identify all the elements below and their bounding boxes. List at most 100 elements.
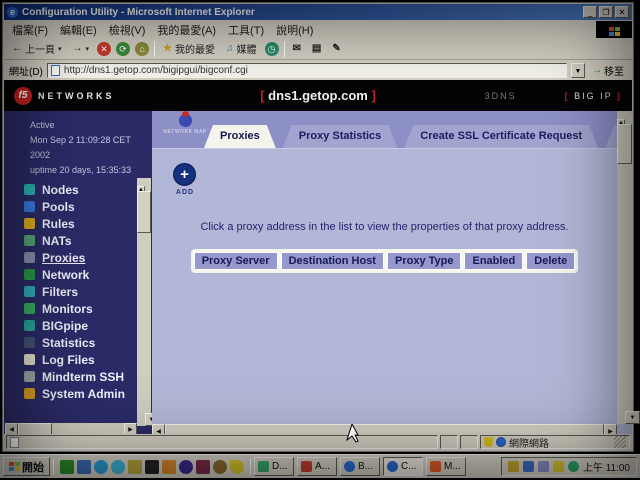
task-window-button[interactable]: A...	[297, 457, 337, 476]
forward-dropdown-icon[interactable]: ▾	[86, 45, 90, 53]
column-header-proxy-server[interactable]: Proxy Server	[194, 252, 278, 270]
quicklaunch-icon[interactable]	[179, 460, 193, 474]
resize-grip[interactable]	[614, 436, 626, 448]
status-bar: 網際網路	[4, 434, 632, 450]
scrollbar-thumb[interactable]	[617, 124, 632, 164]
column-header-destination-host[interactable]: Destination Host	[281, 252, 384, 270]
column-header-enabled[interactable]: Enabled	[464, 252, 523, 270]
add-button-label: ADD	[170, 189, 200, 196]
mouse-cursor	[346, 424, 360, 444]
filters-icon	[24, 286, 35, 297]
display-icon[interactable]	[538, 461, 549, 472]
antivirus-icon[interactable]	[568, 461, 579, 472]
tab-create-ssl-certificate-request[interactable]: Create SSL Certificate Request	[404, 125, 598, 148]
sidebar-vertical-scrollbar[interactable]: ▲ ▼	[137, 178, 151, 426]
address-input[interactable]: http://dns1.getop.com/bigipgui/bigconf.c…	[47, 63, 567, 78]
quicklaunch-icon[interactable]	[162, 460, 176, 474]
task-window-button[interactable]: M...	[426, 457, 466, 476]
sidebar-item-nodes[interactable]: Nodes	[4, 181, 136, 198]
menu-help[interactable]: 說明(H)	[276, 22, 313, 38]
quicklaunch-icon[interactable]	[145, 460, 159, 474]
print-icon: ▤	[312, 43, 321, 54]
sidebar-item-rules[interactable]: Rules	[4, 215, 136, 232]
tab-install-ssl-certificate[interactable]: Install SSL Certif	[605, 125, 617, 148]
column-header-delete[interactable]: Delete	[526, 252, 575, 270]
add-proxy-button[interactable]: +	[173, 163, 196, 186]
maximize-button[interactable]: ❐	[599, 6, 613, 18]
menu-edit[interactable]: 編輯(E)	[60, 22, 97, 38]
menu-favorites[interactable]: 我的最愛(A)	[157, 22, 216, 38]
quicklaunch-icon[interactable]	[196, 460, 210, 474]
quicklaunch-icon[interactable]	[128, 460, 142, 474]
forward-button[interactable]: → ▾	[70, 42, 93, 55]
task-window-icon	[387, 461, 398, 472]
menu-view[interactable]: 檢視(V)	[109, 22, 146, 38]
close-button[interactable]: ✕	[615, 6, 629, 18]
sidebar-item-log-files[interactable]: Log Files	[4, 351, 136, 368]
sidebar-item-statistics[interactable]: Statistics	[4, 334, 136, 351]
tab-proxy-statistics[interactable]: Proxy Statistics	[283, 125, 398, 148]
favorites-button[interactable]: ★ 我的最愛	[160, 40, 218, 57]
mail-button[interactable]: ✉	[290, 42, 304, 55]
messenger-icon[interactable]	[523, 461, 534, 472]
update-icon[interactable]	[553, 461, 564, 472]
start-button[interactable]: 開始	[3, 457, 50, 476]
bigpipe-icon	[24, 320, 35, 331]
system-tray: 上午 11:00	[501, 457, 637, 476]
sidebar-item-network[interactable]: Network	[4, 266, 136, 283]
rules-icon	[24, 218, 35, 229]
menu-tools[interactable]: 工具(T)	[228, 22, 264, 38]
quicklaunch-icon[interactable]	[77, 460, 91, 474]
sidebar-item-filters[interactable]: Filters	[4, 283, 136, 300]
home-button[interactable]: ⌂	[135, 42, 149, 56]
tray-clock[interactable]: 上午 11:00	[583, 459, 630, 474]
standard-toolbar: ← 上一頁 ▾ → ▾ ✕ ⟳ ⌂ ★ 我的最愛 ♫ 媒體 ◷ ✉ ▤	[4, 38, 632, 60]
stop-button[interactable]: ✕	[97, 42, 111, 56]
scroll-down-icon[interactable]: ▼	[625, 411, 640, 424]
history-button[interactable]: ◷	[265, 42, 279, 56]
quicklaunch-icon[interactable]	[60, 460, 74, 474]
tab-proxies[interactable]: Proxies	[204, 125, 276, 148]
go-button[interactable]: → 移至	[589, 63, 627, 78]
scrollbar-thumb[interactable]	[137, 191, 151, 233]
sidebar-item-mindterm-ssh[interactable]: Mindterm SSH	[4, 368, 136, 385]
menu-file[interactable]: 檔案(F)	[12, 22, 48, 38]
toolbar-separator	[284, 41, 285, 57]
back-dropdown-icon[interactable]: ▾	[58, 45, 62, 53]
edit-button[interactable]: ✎	[329, 42, 343, 55]
task-window-icon	[301, 461, 312, 472]
refresh-button[interactable]: ⟳	[116, 42, 130, 56]
address-dropdown-icon[interactable]: ▼	[571, 63, 585, 78]
sidebar-item-bigpipe[interactable]: BIGpipe	[4, 317, 136, 334]
task-window-button[interactable]: D...	[254, 457, 294, 476]
sidebar-item-proxies[interactable]: Proxies	[4, 249, 136, 266]
quicklaunch-icon[interactable]	[213, 460, 227, 474]
quicklaunch-icon[interactable]	[111, 460, 125, 474]
sidebar-item-system-admin[interactable]: System Admin	[4, 385, 136, 402]
column-header-proxy-type[interactable]: Proxy Type	[387, 252, 462, 270]
internet-globe-icon	[496, 437, 506, 447]
content-vertical-scrollbar[interactable]: ▲ ▼	[617, 111, 632, 424]
task-window-button-active[interactable]: C...	[383, 457, 423, 476]
quicklaunch-icon[interactable]	[94, 460, 108, 474]
media-button[interactable]: ♫ 媒體	[223, 40, 260, 57]
page-body: Active Mon Sep 2 11:09:28 CET 2002 uptim…	[4, 111, 632, 439]
window-title: Configuration Utility - Microsoft Intern…	[22, 7, 581, 18]
volume-icon[interactable]	[508, 461, 519, 472]
back-button[interactable]: ← 上一頁 ▾	[9, 40, 65, 57]
print-button[interactable]: ▤	[309, 42, 324, 55]
network-map-widget[interactable]: NETWORK MAP	[162, 114, 208, 135]
minimize-button[interactable]: _	[583, 6, 597, 18]
sidebar-item-nats[interactable]: NATs	[4, 232, 136, 249]
taskbar-separator	[250, 459, 251, 475]
sidebar-item-monitors[interactable]: Monitors	[4, 300, 136, 317]
status-well	[440, 435, 458, 449]
statistics-icon	[24, 337, 35, 348]
task-window-button[interactable]: B...	[340, 457, 380, 476]
nodes-icon	[24, 184, 35, 195]
sidebar-item-pools[interactable]: Pools	[4, 198, 136, 215]
quicklaunch-icon[interactable]	[230, 460, 244, 474]
go-arrow-icon: →	[592, 65, 602, 76]
scroll-down-icon[interactable]: ▼	[145, 413, 152, 426]
title-bar[interactable]: e Configuration Utility - Microsoft Inte…	[4, 4, 632, 20]
